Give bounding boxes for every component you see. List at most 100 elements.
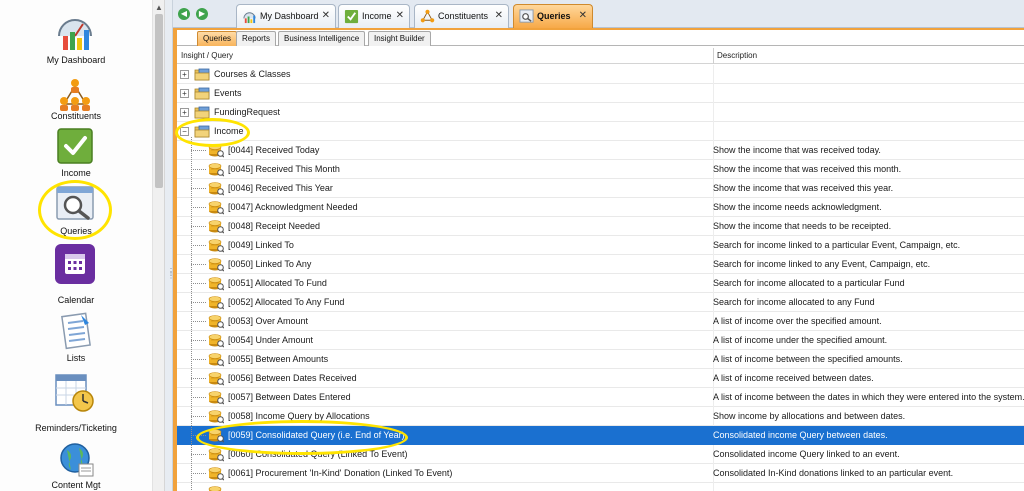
column-header-description[interactable]: Description [717, 51, 757, 60]
tree-query-row-0048-receipt-needed[interactable]: [0048] Receipt Needed Show the income tha… [177, 217, 1024, 236]
tab-my-dashboard[interactable]: My Dashboard ✕ [236, 4, 336, 28]
collapse-minus-icon[interactable]: − [180, 127, 189, 136]
query-label: [0060] Consolidated Query (Linked To Eve… [228, 449, 408, 459]
nav-label-queries: Queries [60, 226, 92, 236]
tree-query-row-0052-allocated-to-any-fund[interactable]: [0052] Allocated To Any Fund Search for i… [177, 293, 1024, 312]
forward-arrow-icon[interactable]: ▶ [196, 8, 208, 20]
close-tab-icon[interactable]: ✕ [579, 10, 587, 21]
nav-item-constituents[interactable]: Constituents [0, 74, 152, 124]
close-tab-icon[interactable]: ✕ [495, 10, 503, 21]
tree-query-row-0044-received-today[interactable]: [0044] Received Today Show the income tha… [177, 141, 1024, 160]
tab-label: Queries [537, 11, 571, 21]
tree-connector [191, 359, 206, 360]
tree-query-row-0046-received-this-year[interactable]: [0046] Received This Year Show the income… [177, 179, 1024, 198]
description-cell: Consolidated income Query between dates. [713, 430, 888, 440]
tree-query-row-0049-linked-to[interactable]: [0049] Linked To Search for income linked… [177, 236, 1024, 255]
subtab-business-intelligence[interactable]: Business Intelligence [278, 31, 366, 46]
tree-query-row-0058-income-query-by-allocations[interactable]: [0058] Income Query by Allocations Show i… [177, 407, 1024, 426]
column-divider[interactable] [713, 48, 714, 64]
tab-queries[interactable]: Queries ✕ [513, 4, 593, 28]
query-label: [0050] Linked To Any [228, 259, 312, 269]
query-label: [0061] Procurement 'In-Kind' Donation (L… [228, 468, 453, 478]
tab-label: My Dashboard [260, 11, 319, 21]
tree-connector [191, 397, 206, 398]
tree-query-row-0047-acknowledgment-needed[interactable]: [0047] Acknowledgment Needed Show the inc… [177, 198, 1024, 217]
query-database-icon [208, 408, 225, 424]
column-header-insight-query[interactable]: Insight / Query [181, 51, 233, 60]
tree-folder-row-income[interactable]: − Income [177, 122, 1024, 141]
description-cell: A list of income between the dates in wh… [713, 392, 1024, 402]
reminders-clock-icon [55, 374, 94, 412]
nav-item-content-mgt[interactable]: Content Mgt [0, 440, 152, 491]
navigation-scrollbar[interactable]: ▲ [152, 0, 165, 491]
query-label: [0051] Allocated To Fund [228, 278, 327, 288]
tree-connector [191, 340, 206, 341]
income-check-icon [344, 9, 359, 24]
tree-folder-row-fundingrequest[interactable]: + FundingRequest [177, 103, 1024, 122]
tree-query-row-0053-over-amount[interactable]: [0053] Over Amount A list of income over … [177, 312, 1024, 331]
tab-constituents[interactable]: Constituents ✕ [414, 4, 509, 28]
description-cell: Search for income allocated to any Fund [713, 297, 875, 307]
tree-query-row-0061-procurement-in-kind-donation-linked-to-event[interactable]: [0061] Procurement 'In-Kind' Donation (L… [177, 464, 1024, 483]
query-database-icon [208, 218, 225, 234]
query-database-icon [208, 199, 225, 215]
nav-label-content-mgt: Content Mgt [51, 480, 101, 490]
constituents-icon [60, 79, 90, 111]
query-database-icon [208, 275, 225, 291]
nav-label-income: Income [61, 168, 91, 178]
column-divider [713, 65, 714, 84]
query-database-icon [208, 237, 225, 253]
nav-item-income[interactable]: Income [0, 127, 152, 179]
tab-income[interactable]: Income ✕ [338, 4, 410, 28]
nav-label-constituents: Constituents [50, 111, 102, 121]
tree-query-row-0055-between-amounts[interactable]: [0055] Between Amounts A list of income b… [177, 350, 1024, 369]
column-divider [713, 122, 714, 141]
scrollbar-thumb[interactable] [155, 14, 163, 188]
nav-item-my-dashboard[interactable]: My Dashboard [0, 12, 152, 67]
query-database-icon [208, 313, 225, 329]
tree-query-row-0056-between-dates-received[interactable]: [0056] Between Dates Received A list of i… [177, 369, 1024, 388]
expand-plus-icon[interactable]: + [180, 89, 189, 98]
subtab-insight-builder[interactable]: Insight Builder [368, 31, 431, 46]
nav-item-calendar[interactable]: Calendar [0, 244, 152, 308]
description-cell: Show the income needs acknowledgment. [713, 202, 882, 212]
tree-query-row-0054-under-amount[interactable]: [0054] Under Amount A list of income unde… [177, 331, 1024, 350]
folder-icon [194, 66, 210, 82]
tree-connector [191, 435, 206, 436]
close-tab-icon[interactable]: ✕ [396, 10, 404, 21]
expand-plus-icon[interactable]: + [180, 108, 189, 117]
description-cell: Consolidated In-Kind donations linked to… [713, 468, 954, 478]
tree-connector [191, 302, 206, 303]
scroll-up-arrow-icon[interactable]: ▲ [155, 3, 163, 12]
description-cell: Show income by allocations and between d… [713, 411, 906, 421]
tree-query-row-0050-linked-to-any[interactable]: [0050] Linked To Any Search for income li… [177, 255, 1024, 274]
tree-connector [191, 473, 206, 474]
query-database-icon [208, 142, 225, 158]
tree-query-row-0051-allocated-to-fund[interactable]: [0051] Allocated To Fund Search for incom… [177, 274, 1024, 293]
column-divider [713, 103, 714, 122]
nav-item-reminders-ticketing[interactable]: Reminders/Ticketing [0, 373, 152, 435]
grid-header: Insight / Query Description [177, 48, 1024, 64]
description-cell: A list of income between the specified a… [713, 354, 903, 364]
tree-connector [191, 416, 206, 417]
tree-query-row-0045-received-this-month[interactable]: [0045] Received This Month Show the incom… [177, 160, 1024, 179]
tree-folder-row-courses-classes[interactable]: + Courses & Classes [177, 65, 1024, 84]
expand-plus-icon[interactable]: + [180, 70, 189, 79]
nav-item-lists[interactable]: Lists [0, 311, 152, 365]
constituents-icon [420, 9, 435, 23]
subtab-reports[interactable]: Reports [236, 31, 277, 46]
description-cell: Search for income allocated to a particu… [713, 278, 905, 288]
query-label: [0044] Received Today [228, 145, 320, 155]
back-arrow-icon[interactable]: ◀ [178, 8, 190, 20]
panel-splitter[interactable]: ⋮ ⋮ [165, 0, 175, 491]
description-cell: Consolidated income Query linked to an e… [713, 449, 900, 459]
nav-item-queries[interactable]: Queries [0, 184, 152, 239]
tree-query-row-0059-consolidated-query-i-e-end-of-year[interactable]: [0059] Consolidated Query (i.e. End of Y… [177, 426, 1024, 445]
tree-query-row-0060-consolidated-query-linked-to-event[interactable]: [0060] Consolidated Query (Linked To Eve… [177, 445, 1024, 464]
close-tab-icon[interactable]: ✕ [322, 10, 330, 21]
tree-folder-row-events[interactable]: + Events [177, 84, 1024, 103]
tree-query-row-0057-between-dates-entered[interactable]: [0057] Between Dates Entered A list of in… [177, 388, 1024, 407]
subtab-queries[interactable]: Queries [197, 31, 238, 46]
folder-icon [194, 123, 210, 139]
tree-query-row-query[interactable] [177, 483, 1024, 491]
